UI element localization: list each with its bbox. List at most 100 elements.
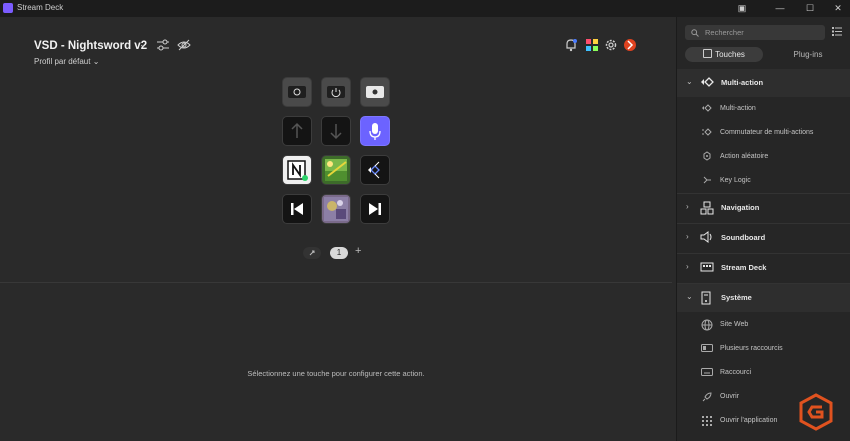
main-panel: VSD - Nightsword v2 ⌄ Profil par défaut …: [0, 17, 672, 441]
key-power[interactable]: [321, 77, 351, 107]
chevron-right-icon: ›: [686, 232, 689, 241]
category-label: Soundboard: [721, 233, 766, 242]
action-shortcut[interactable]: Raccourci: [677, 361, 850, 385]
search-icon: [691, 29, 699, 37]
category-multi-action[interactable]: ⌄ Multi-action: [677, 69, 850, 97]
speaker-icon: [700, 231, 712, 243]
tab-touches[interactable]: Touches: [685, 47, 763, 62]
category-label: Multi-action: [721, 78, 764, 87]
marketplace-icon[interactable]: [585, 38, 599, 52]
action-label: Ouvrir l'application: [720, 417, 778, 424]
multi-action-icon: [702, 104, 712, 112]
app-title: Stream Deck: [17, 3, 64, 12]
computer-tower-icon: [701, 291, 711, 305]
list-view-icon[interactable]: [832, 27, 842, 36]
keys-icon: [703, 49, 713, 58]
hidden-eye-icon[interactable]: [177, 39, 191, 51]
key-now-playing[interactable]: [321, 194, 351, 224]
chevron-down-icon: ⌄: [686, 292, 693, 301]
random-icon: [703, 151, 711, 161]
watermark-logo-icon: [799, 393, 833, 431]
notion-icon: [287, 160, 308, 181]
chevron-down-icon[interactable]: ⌄: [139, 39, 147, 50]
search-placeholder: Rechercher: [705, 28, 744, 37]
brightness-icon: [288, 86, 306, 98]
bell-icon[interactable]: [564, 38, 578, 52]
minimize-button[interactable]: —: [765, 0, 795, 17]
action-random[interactable]: Action aléatoire: [677, 145, 850, 169]
category-systeme[interactable]: ⌄ Système: [677, 283, 850, 312]
app-grid-icon: [702, 416, 712, 426]
tab-touches-label: Touches: [715, 50, 745, 59]
close-button[interactable]: ✕: [823, 0, 850, 17]
category-label: Système: [721, 293, 752, 302]
key-notion[interactable]: [282, 155, 312, 185]
action-multi-action[interactable]: Multi-action: [677, 97, 850, 121]
power-icon: [327, 86, 345, 98]
key-brightness-up[interactable]: [360, 77, 390, 107]
profile-name[interactable]: VSD - Nightsword v2: [34, 40, 147, 52]
key-previous-track[interactable]: [282, 194, 312, 224]
category-navigation[interactable]: › Navigation: [677, 193, 850, 222]
key-arrow-up[interactable]: [282, 116, 312, 146]
globe-icon: [701, 319, 713, 331]
sliders-icon[interactable]: [156, 39, 170, 51]
action-label: Action aléatoire: [720, 153, 769, 160]
chevron-right-icon: ›: [686, 262, 689, 271]
image-editor-icon: [325, 159, 347, 181]
empty-selection-hint: Sélectionnez une touche pour configurer …: [247, 369, 425, 378]
multi-action-icon: [368, 161, 380, 179]
action-key-logic[interactable]: Key Logic: [677, 169, 850, 193]
chevron-right-icon: ›: [686, 202, 689, 211]
actions-sidebar: Rechercher Touches Plug-ins ⌄ Multi-acti…: [676, 17, 850, 441]
chevron-down-icon: ⌄: [686, 77, 693, 86]
action-multiple-shortcuts[interactable]: Plusieurs raccourcis: [677, 337, 850, 361]
tab-plugins[interactable]: Plug-ins: [769, 47, 847, 62]
keyboard-shortcuts-icon: [701, 344, 713, 352]
action-label: Site Web: [720, 321, 749, 328]
multi-action-icon: [701, 77, 714, 87]
key-logic-icon: [703, 176, 711, 184]
category-label: Stream Deck: [721, 263, 767, 272]
stream-deck-logo-icon: [3, 3, 13, 13]
key-arrow-down[interactable]: [321, 116, 351, 146]
rocket-icon: [702, 392, 712, 402]
key-microphone[interactable]: [360, 116, 390, 146]
key-next-track[interactable]: [360, 194, 390, 224]
action-label: Plusieurs raccourcis: [720, 345, 783, 352]
keyboard-icon: [701, 368, 713, 376]
maximize-button[interactable]: ☐: [795, 0, 825, 17]
action-label: Multi-action: [720, 105, 756, 112]
page-indicator[interactable]: 1: [330, 247, 348, 259]
stream-deck-icon: [700, 262, 714, 272]
page-pin-button[interactable]: [303, 247, 321, 259]
action-label: Raccourci: [720, 369, 752, 376]
album-art-icon: [324, 197, 348, 221]
key-brightness[interactable]: [282, 77, 312, 107]
action-label: Commutateur de multi-actions: [720, 129, 814, 136]
action-multi-action-switch[interactable]: Commutateur de multi-actions: [677, 121, 850, 145]
action-label: Key Logic: [720, 177, 751, 184]
microphone-icon: [369, 123, 381, 140]
panel-divider: [0, 282, 672, 283]
multi-action-switch-icon: [702, 128, 712, 136]
action-website[interactable]: Site Web: [677, 313, 850, 337]
compact-mode-button[interactable]: ▣: [727, 0, 757, 17]
previous-track-icon: [291, 203, 303, 215]
brightness-up-icon: [366, 86, 384, 98]
navigation-icon: [700, 201, 714, 215]
arrow-down-icon: [330, 124, 342, 140]
category-label: Navigation: [721, 203, 760, 212]
next-track-icon: [369, 203, 381, 215]
add-page-button[interactable]: +: [355, 245, 361, 257]
category-soundboard[interactable]: › Soundboard: [677, 223, 850, 252]
category-stream-deck[interactable]: › Stream Deck: [677, 253, 850, 282]
title-bar: Stream Deck ▣ — ☐ ✕: [0, 0, 850, 17]
key-image-app[interactable]: [321, 155, 351, 185]
profile-selector[interactable]: Profil par défaut ⌄: [34, 57, 99, 66]
elgato-logo-icon[interactable]: [623, 38, 637, 52]
search-input[interactable]: Rechercher: [685, 25, 825, 40]
action-label: Ouvrir: [720, 393, 740, 400]
key-multi-action[interactable]: [360, 155, 390, 185]
gear-icon[interactable]: [604, 38, 618, 52]
